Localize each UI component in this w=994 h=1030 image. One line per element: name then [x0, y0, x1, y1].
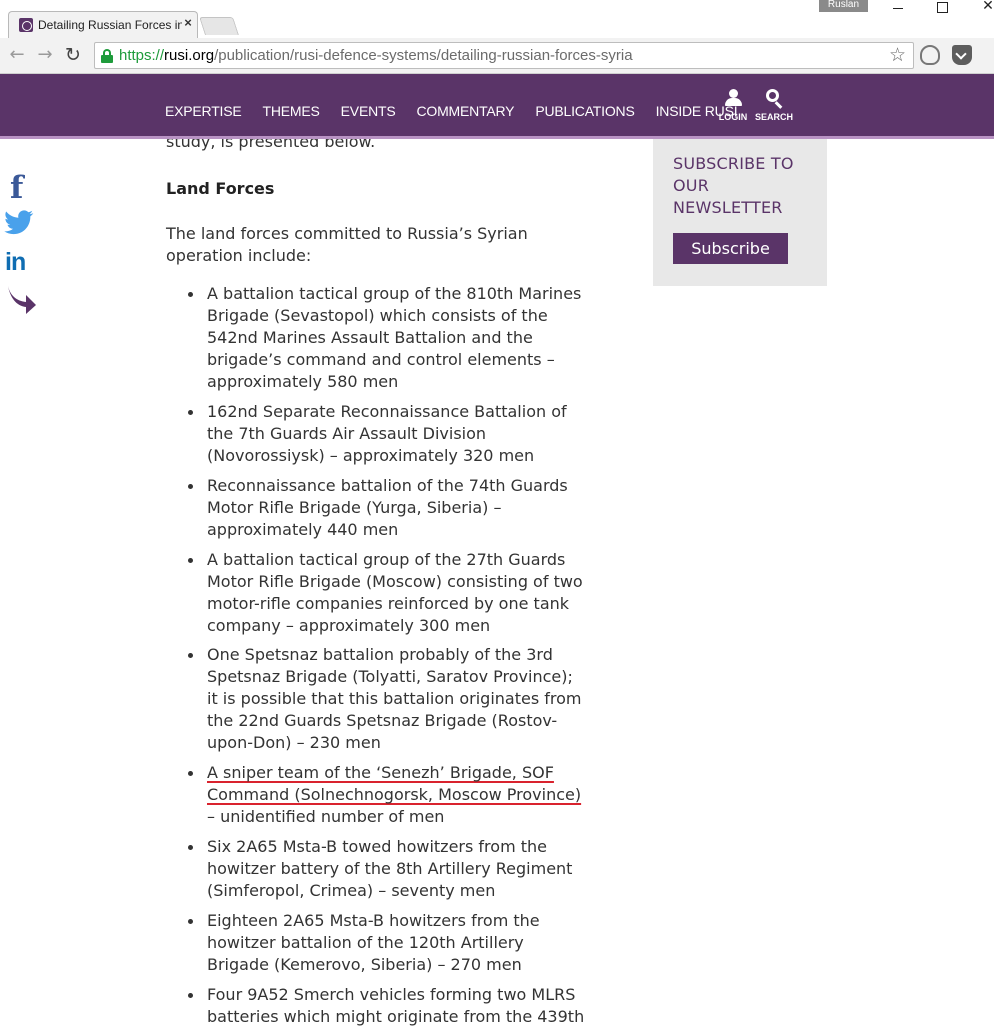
facebook-icon[interactable]: f: [10, 170, 44, 206]
browser-tabstrip: Detailing Russian Forces in Syria × Rusl…: [0, 0, 994, 38]
highlighted-text: A sniper team of the ‘Senezh’ Brigade, S…: [207, 763, 582, 804]
nav-publications[interactable]: PUBLICATIONS: [535, 103, 634, 123]
list-item: Six 2A65 Msta-B towed howitzers from the…: [166, 836, 586, 902]
list-item: Eighteen 2A65 Msta-B howitzers from the …: [166, 910, 586, 976]
search-button[interactable]: SEARCH: [754, 88, 794, 128]
intro-paragraph: The land forces committed to Russia’s Sy…: [166, 224, 528, 265]
list-item: One Spetsnaz battalion probably of the 3…: [166, 644, 586, 754]
main-nav: EXPERTISE THEMES EVENTS COMMENTARY PUBLI…: [165, 103, 758, 123]
arrow-left-icon[interactable]: ←: [6, 44, 28, 66]
list-item-sniper: A sniper team of the ‘Senezh’ Brigade, S…: [166, 762, 586, 828]
nav-expertise[interactable]: EXPERTISE: [165, 103, 242, 123]
lock-icon: [101, 49, 113, 63]
newsletter-title: SUBSCRIBE TO OUR NEWSLETTER: [673, 154, 794, 217]
arrow-right-icon[interactable]: →: [34, 44, 56, 66]
login-button[interactable]: LOGIN: [713, 88, 753, 128]
profile-badge[interactable]: Ruslan: [819, 0, 868, 12]
list-item: 162nd Separate Reconnaissance Battalion …: [166, 401, 586, 467]
login-label: LOGIN: [718, 112, 748, 122]
minimize-window-button[interactable]: [884, 0, 912, 16]
section-heading: Land Forces: [166, 179, 275, 198]
share-rail: f in: [0, 170, 40, 320]
star-icon[interactable]: ☆: [889, 44, 906, 66]
list-item: A battalion tactical group of the 27th G…: [166, 549, 586, 637]
list-item: Reconnaissance battalion of the 74th Gua…: [166, 475, 586, 541]
search-label: SEARCH: [754, 112, 793, 122]
address-url[interactable]: https://rusi.org/publication/rusi-defenc…: [119, 47, 633, 64]
site-header: EXPERTISE THEMES EVENTS COMMENTARY PUBLI…: [0, 74, 994, 139]
url-host: rusi.org: [164, 47, 215, 64]
url-scheme: https://: [119, 47, 165, 64]
user-icon: [723, 88, 743, 110]
address-bar[interactable]: https://rusi.org/publication/rusi-defenc…: [94, 42, 914, 69]
forces-list: A battalion tactical group of the 810th …: [166, 283, 596, 1030]
list-item: A battalion tactical group of the 810th …: [166, 283, 586, 393]
maximize-window-button[interactable]: [928, 0, 956, 16]
rusi-favicon-icon: [19, 18, 33, 32]
new-tab-button[interactable]: [199, 17, 239, 35]
list-item-rest: – unidentified number of men: [207, 807, 445, 826]
url-path: /publication/rusi-defence-systems/detail…: [214, 47, 633, 64]
browser-tab[interactable]: Detailing Russian Forces in Syria ×: [8, 11, 198, 38]
subscribe-button[interactable]: Subscribe: [673, 233, 788, 264]
nav-events[interactable]: EVENTS: [341, 103, 396, 123]
list-item: Four 9A52 Smerch vehicles forming two ML…: [166, 984, 586, 1028]
share-forward-icon[interactable]: [4, 284, 38, 318]
reload-icon[interactable]: ↻: [62, 44, 84, 66]
nav-themes[interactable]: THEMES: [263, 103, 320, 123]
nav-commentary[interactable]: COMMENTARY: [417, 103, 515, 123]
pocket-icon[interactable]: [952, 45, 972, 65]
close-window-button[interactable]: ✕: [974, 0, 994, 14]
newsletter-box: SUBSCRIBE TO OUR NEWSLETTER Subscribe: [653, 139, 827, 286]
tab-close-icon[interactable]: ×: [181, 15, 195, 33]
tab-title: Detailing Russian Forces in Syria: [38, 18, 182, 32]
ghostery-icon[interactable]: [920, 45, 940, 65]
search-icon: [764, 88, 784, 110]
linkedin-icon[interactable]: in: [5, 248, 39, 282]
twitter-icon[interactable]: [4, 210, 38, 244]
browser-toolbar: ← → ↻ https://rusi.org/publication/rusi-…: [0, 38, 994, 74]
clipped-paragraph: study, is presented below.: [166, 139, 376, 151]
